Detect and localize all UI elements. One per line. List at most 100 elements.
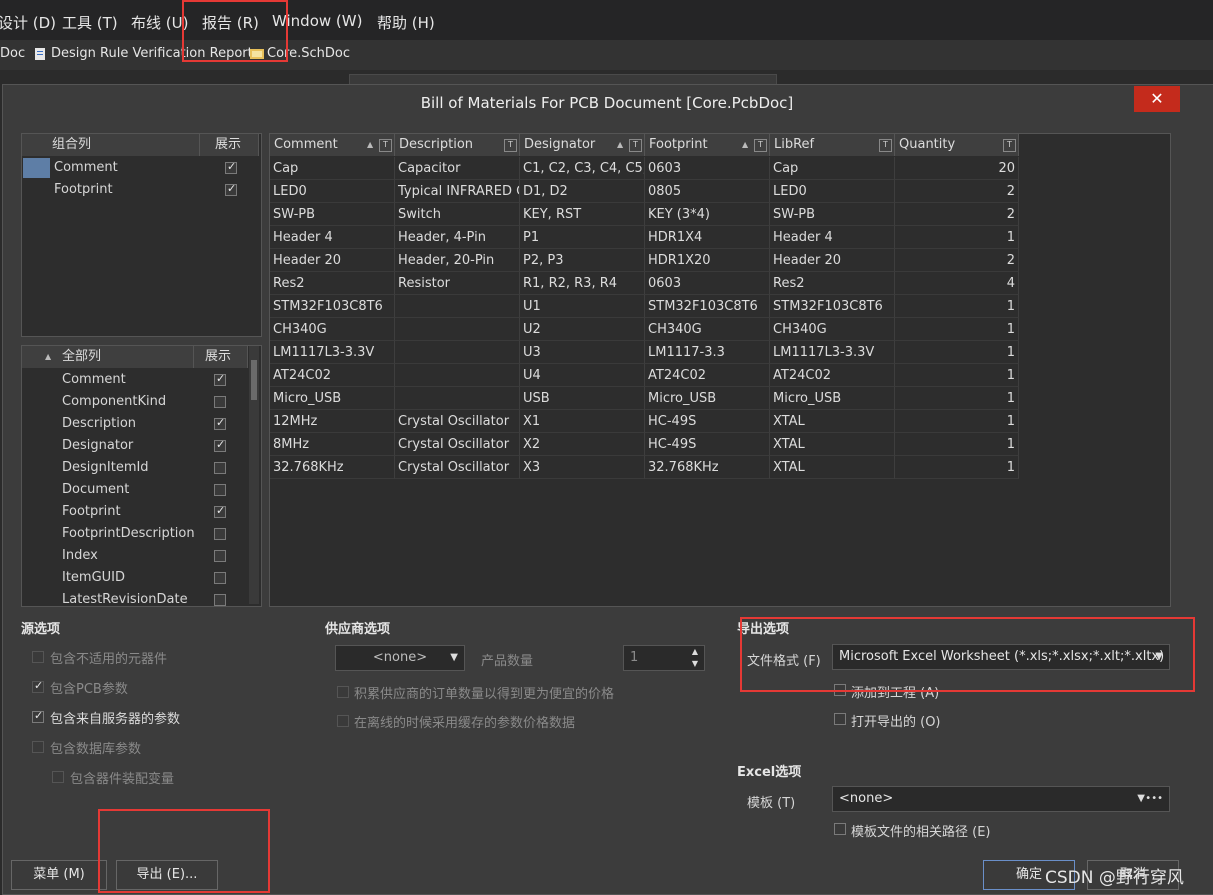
table-cell-quantity: 1 [895, 318, 1019, 341]
grouped-columns-header[interactable]: 组合列 [22, 134, 200, 156]
column-label: Document [62, 482, 130, 497]
table-cell-comment: Header 4 [270, 226, 395, 249]
grouped-column-label: Footprint [54, 182, 113, 197]
quantity-label: 产品数量 [481, 654, 534, 669]
column-show-checkbox[interactable] [214, 528, 226, 540]
table-cell-libref: XTAL [770, 410, 895, 433]
column-header-quantity[interactable]: Quantity [895, 134, 1019, 156]
table-cell-designator: U1 [520, 295, 645, 318]
more-options-icon[interactable]: ••• [1145, 787, 1163, 811]
filter-icon[interactable]: T [754, 139, 767, 152]
supplier-option-checkbox[interactable] [337, 686, 349, 698]
chevron-down-icon: ▼ [1137, 793, 1145, 804]
column-header-libref[interactable]: LibRef [770, 134, 895, 156]
column-show-checkbox[interactable] [214, 550, 226, 562]
table-cell-comment: Micro_USB [270, 387, 395, 410]
table-cell-quantity: 1 [895, 364, 1019, 387]
column-label: DesignItemId [62, 460, 149, 475]
table-cell-libref: Micro_USB [770, 387, 895, 410]
column-show-checkbox[interactable] [214, 396, 226, 408]
all-show-header[interactable]: 展示 [194, 346, 248, 368]
source-option-checkbox[interactable] [32, 651, 44, 663]
table-cell-libref: Header 20 [770, 249, 895, 272]
open-exported-checkbox[interactable] [834, 713, 846, 725]
sort-icon[interactable]: ▲ [367, 140, 373, 149]
source-option-checkbox[interactable] [32, 679, 44, 693]
table-cell-comment: AT24C02 [270, 364, 395, 387]
table-cell-designator: X1 [520, 410, 645, 433]
table-cell-description: Switch [395, 203, 520, 226]
highlight-box-reports-menu [182, 0, 288, 62]
column-header-designator[interactable]: Designator [520, 134, 645, 156]
all-columns-scrollbar[interactable] [249, 346, 259, 604]
source-option-checkbox[interactable] [32, 709, 44, 723]
column-label: Designator [62, 438, 134, 453]
column-label: Comment [62, 372, 126, 387]
filter-icon[interactable]: T [504, 139, 517, 152]
table-cell-quantity: 2 [895, 203, 1019, 226]
table-cell-description: Header, 20-Pin [395, 249, 520, 272]
table-cell-libref: XTAL [770, 456, 895, 479]
column-header-comment[interactable]: Comment [270, 134, 395, 156]
supplier-options-title: 供应商选项 [325, 622, 391, 637]
table-cell-footprint: Micro_USB [645, 387, 770, 410]
table-cell-quantity: 1 [895, 410, 1019, 433]
source-option-label: 包含数据库参数 [50, 742, 142, 757]
tab-pcb-doc[interactable]: Doc [0, 46, 25, 61]
column-label: ItemGUID [62, 570, 126, 585]
column-show-checkbox[interactable] [214, 572, 226, 584]
menu-design[interactable]: 设计 (D) [0, 12, 56, 33]
column-show-checkbox[interactable] [214, 438, 226, 452]
filter-icon[interactable]: T [379, 139, 392, 152]
highlight-box-export-format [740, 617, 1195, 692]
column-header-description[interactable]: Description [395, 134, 520, 156]
table-cell-quantity: 1 [895, 295, 1019, 318]
table-cell-libref: LM1117L3-3.3V [770, 341, 895, 364]
filter-icon[interactable]: T [879, 139, 892, 152]
tab-label: Doc [0, 46, 26, 61]
table-cell-comment: STM32F103C8T6 [270, 295, 395, 318]
table-cell-footprint: KEY (3*4) [645, 203, 770, 226]
table-cell-footprint: HC-49S [645, 433, 770, 456]
grouped-show-checkbox[interactable] [225, 160, 237, 174]
sort-icon[interactable]: ▲ [742, 140, 748, 149]
relative-path-label: 模板文件的相关路径 (E) [851, 825, 991, 840]
menu-help[interactable]: 帮助 (H) [377, 12, 435, 33]
template-select[interactable]: <none> ▼ ••• [832, 786, 1170, 812]
grouped-column-label: Comment [54, 160, 118, 175]
table-cell-quantity: 1 [895, 341, 1019, 364]
table-cell-designator: USB [520, 387, 645, 410]
filter-icon[interactable]: T [1003, 139, 1016, 152]
column-label: ComponentKind [62, 394, 167, 409]
supplier-select[interactable]: <none> ▼ [335, 645, 465, 671]
sort-up-icon: ▲ [45, 352, 52, 361]
filter-icon[interactable]: T [629, 139, 642, 152]
source-option-checkbox[interactable] [52, 771, 64, 783]
grouped-show-checkbox[interactable] [225, 182, 237, 196]
source-option-checkbox[interactable] [32, 741, 44, 753]
column-show-checkbox[interactable] [214, 416, 226, 430]
column-show-checkbox[interactable] [214, 504, 226, 518]
column-header-footprint[interactable]: Footprint [645, 134, 770, 156]
close-button[interactable]: ✕ [1134, 86, 1180, 112]
table-cell-quantity: 20 [895, 157, 1019, 180]
grouped-show-header[interactable]: 展示 [200, 134, 259, 156]
table-cell-footprint: 0603 [645, 157, 770, 180]
menu-route[interactable]: 布线 (U) [131, 12, 188, 33]
quantity-stepper[interactable]: 1 ▲ ▼ [623, 645, 705, 671]
supplier-option-checkbox[interactable] [337, 715, 349, 727]
excel-options-title: Excel选项 [737, 765, 802, 780]
table-cell-libref: AT24C02 [770, 364, 895, 387]
table-cell-description: Typical INFRARED G [395, 180, 520, 203]
menu-tools[interactable]: 工具 (T) [62, 12, 118, 33]
column-show-checkbox[interactable] [214, 484, 226, 496]
column-show-checkbox[interactable] [214, 462, 226, 474]
relative-path-checkbox[interactable] [834, 823, 846, 835]
menu-button[interactable]: 菜单 (M) [11, 860, 107, 890]
column-show-checkbox[interactable] [214, 372, 226, 386]
source-option-label: 包含来自服务器的参数 [50, 712, 181, 727]
scrollbar-thumb[interactable] [251, 360, 257, 400]
column-show-checkbox[interactable] [214, 594, 226, 606]
sort-icon[interactable]: ▲ [617, 140, 623, 149]
dialog-title: Bill of Materials For PCB Document [Core… [420, 94, 794, 112]
